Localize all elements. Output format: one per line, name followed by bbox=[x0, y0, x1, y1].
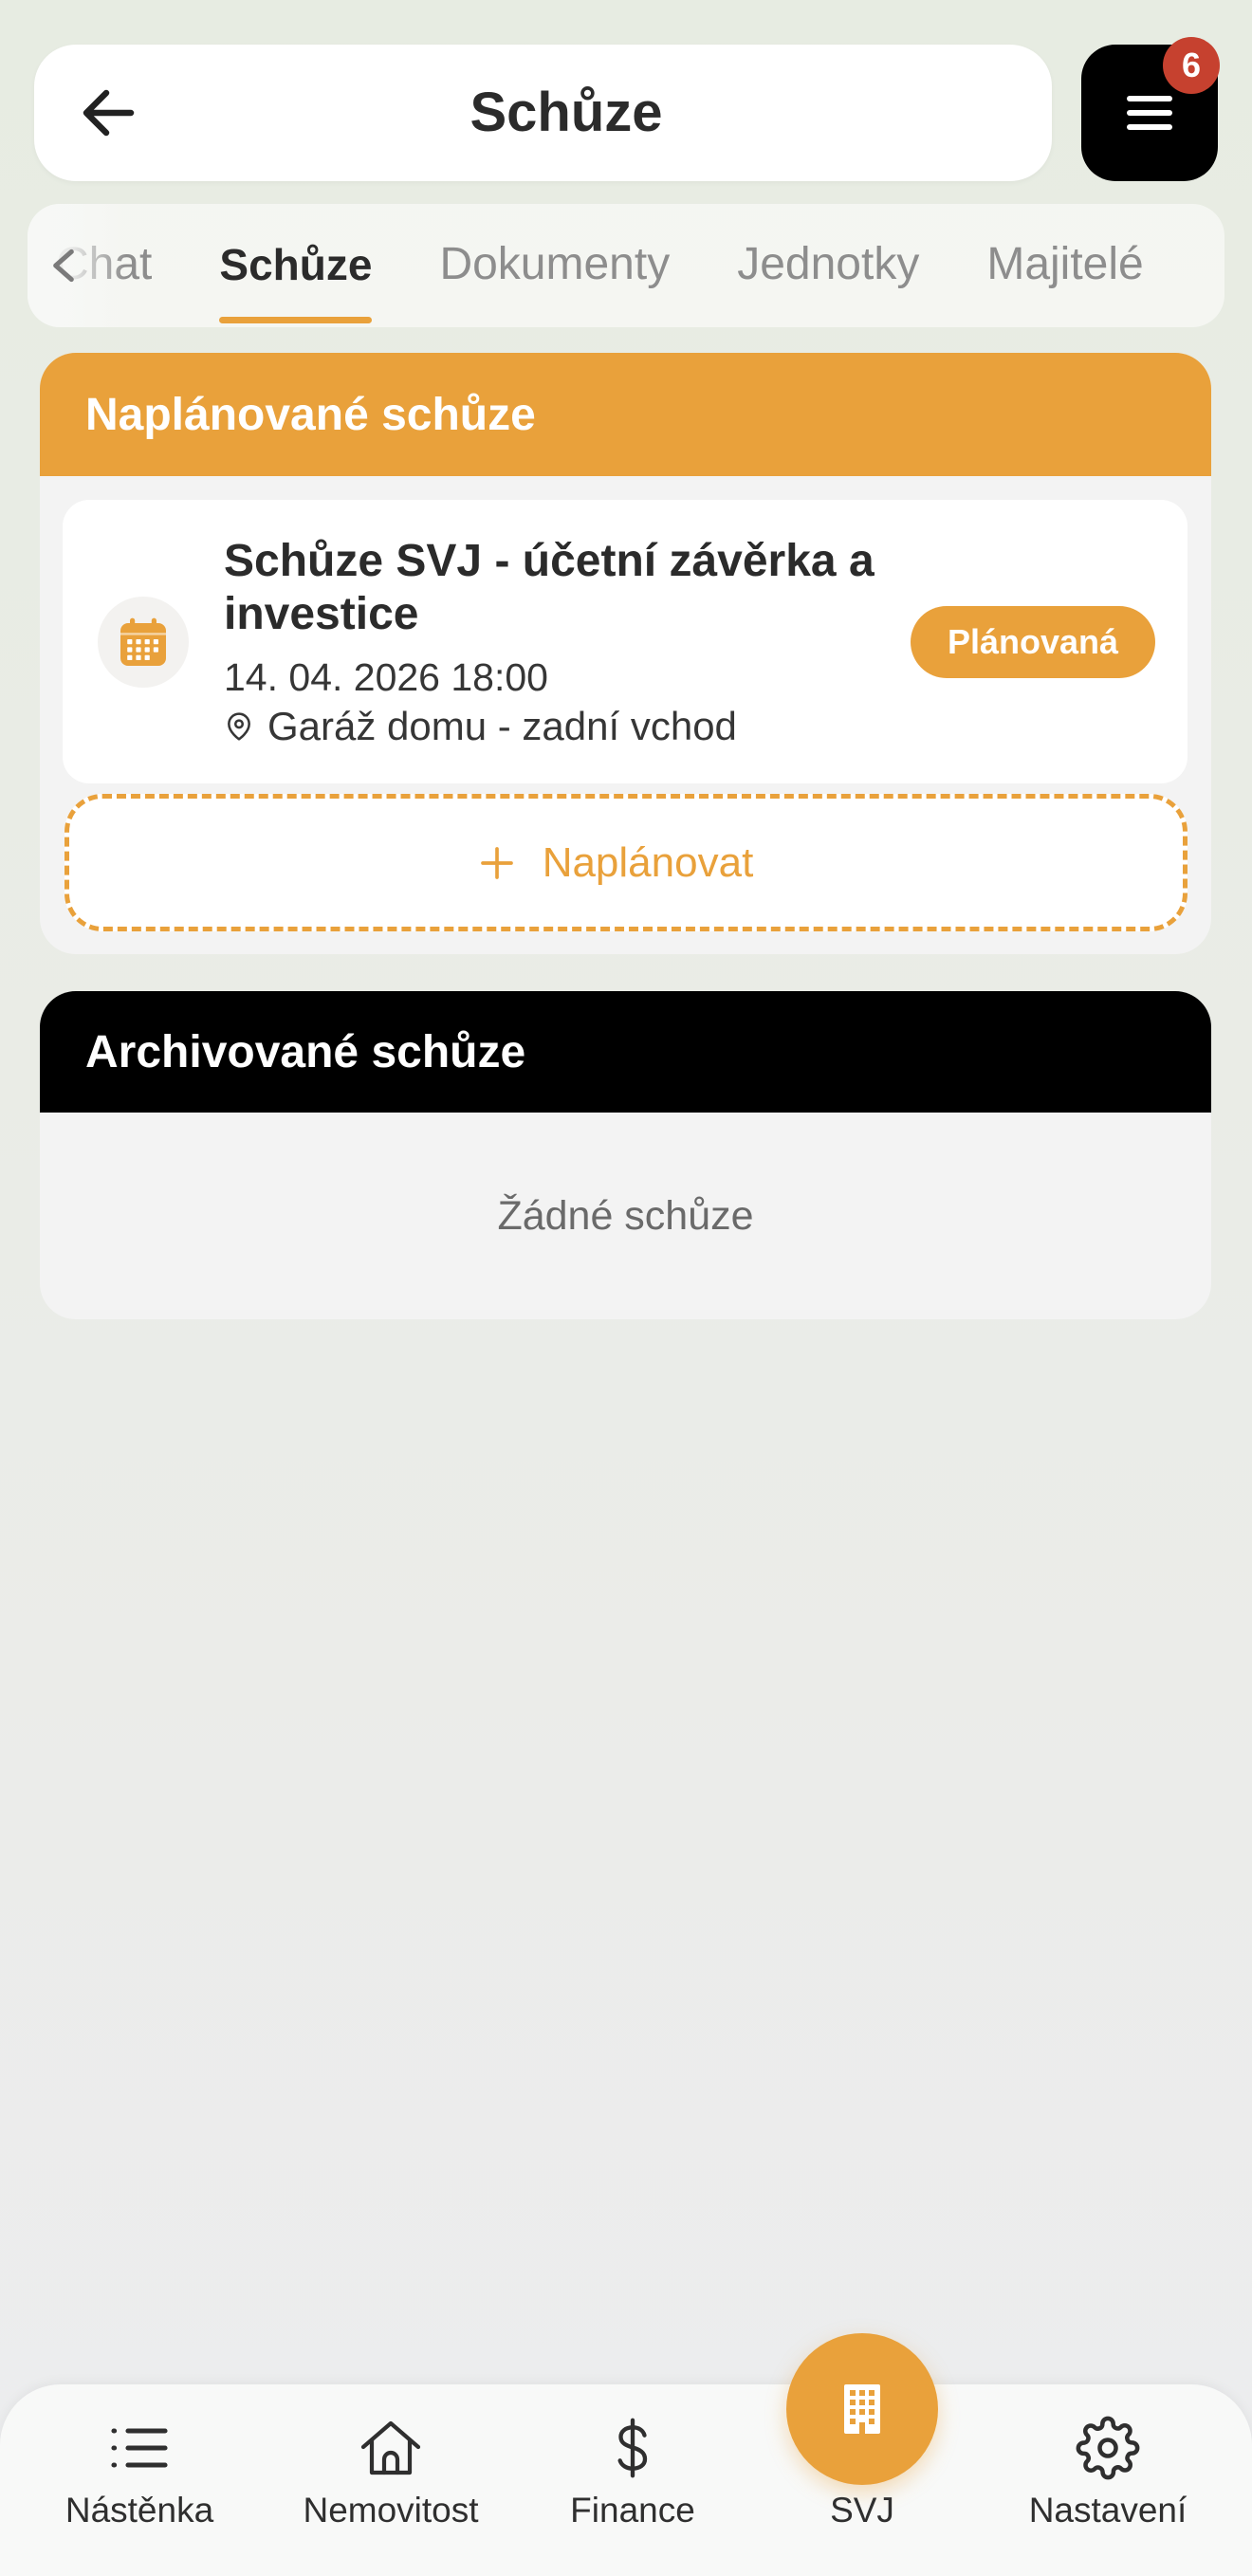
nav-icon-wrap bbox=[994, 2414, 1222, 2482]
nav-label: Nastavení bbox=[1028, 2491, 1188, 2530]
planned-meetings-title: Naplánované schůze bbox=[85, 389, 536, 440]
nav-label: SVJ bbox=[830, 2491, 894, 2530]
meeting-title: Schůze SVJ - účetní závěrka a investice bbox=[224, 536, 875, 639]
tabs-scroll-left-button[interactable] bbox=[28, 204, 126, 327]
archived-meetings-card: Archivované schůze Žádné schůze bbox=[40, 991, 1211, 1319]
nav-item-dashboard[interactable]: Nástěnka bbox=[26, 2384, 253, 2576]
meeting-item[interactable]: Schůze SVJ - účetní závěrka a investice … bbox=[63, 500, 1188, 783]
nav-active-circle bbox=[786, 2333, 938, 2485]
empty-state: Žádné schůze bbox=[40, 1113, 1211, 1319]
archived-meetings-title: Archivované schůze bbox=[85, 1026, 526, 1077]
house-icon bbox=[360, 2420, 421, 2475]
nav-icon-wrap bbox=[26, 2414, 253, 2482]
nav-item-property[interactable]: Nemovitost bbox=[277, 2384, 505, 2576]
nav-label: Finance bbox=[570, 2491, 695, 2530]
building-icon bbox=[844, 2384, 880, 2434]
tab-label: Dokumenty bbox=[439, 239, 671, 289]
tab-label: Schůze bbox=[219, 240, 373, 289]
meeting-location: Garáž domu - zadní vchod bbox=[224, 703, 902, 750]
nav-item-finance[interactable]: Finance bbox=[519, 2384, 746, 2576]
tab-owners[interactable]: Majitelé bbox=[986, 204, 1143, 327]
menu-button[interactable]: 6 bbox=[1081, 37, 1220, 181]
nav-item-settings[interactable]: Nastavení bbox=[994, 2384, 1222, 2576]
tabs-row: Chat Schůze Dokumenty Jednotky Majitelé bbox=[56, 204, 1144, 327]
nav-item-svj[interactable]: SVJ bbox=[748, 2333, 976, 2576]
schedule-meeting-label: Naplánovat bbox=[542, 838, 754, 886]
nav-label: Nástěnka bbox=[64, 2491, 214, 2530]
schedule-meeting-button[interactable]: Naplánovat bbox=[64, 794, 1188, 931]
empty-state-text: Žádné schůze bbox=[497, 1192, 754, 1239]
tab-label: Majitelé bbox=[986, 239, 1144, 289]
calendar-icon bbox=[120, 617, 166, 666]
nav-label: Nemovitost bbox=[303, 2491, 479, 2530]
section-tabs: Chat Schůze Dokumenty Jednotky Majitelé bbox=[28, 204, 1224, 327]
plus-icon bbox=[480, 846, 513, 879]
meeting-icon-circle bbox=[98, 597, 189, 688]
dollar-icon bbox=[617, 2418, 648, 2478]
top-header: Schůze bbox=[34, 45, 1052, 181]
meeting-datetime: 14. 04. 2026 18:00 bbox=[224, 655, 548, 699]
list-icon bbox=[111, 2428, 168, 2468]
tab-active-indicator bbox=[219, 317, 373, 323]
nav-icon-wrap bbox=[277, 2414, 505, 2482]
meeting-location-text: Garáž domu - zadní vchod bbox=[267, 704, 737, 748]
map-pin-icon bbox=[228, 712, 250, 741]
bottom-navigation: Nástěnka Nemovitost Finance SVJ Nastaven… bbox=[0, 2333, 1252, 2576]
archived-meetings-header: Archivované schůze bbox=[40, 991, 1211, 1113]
menu-icon bbox=[1127, 96, 1172, 130]
gear-icon bbox=[1076, 2416, 1140, 2480]
chevron-left-icon bbox=[53, 248, 74, 283]
tab-meetings[interactable]: Schůze bbox=[219, 204, 373, 327]
nav-icon-wrap bbox=[519, 2414, 746, 2482]
arrow-left-icon bbox=[83, 89, 135, 137]
status-badge: Plánovaná bbox=[911, 606, 1155, 678]
tab-label: Jednotky bbox=[737, 239, 920, 289]
tab-units[interactable]: Jednotky bbox=[737, 204, 919, 327]
page-title: Schůze bbox=[470, 82, 663, 143]
back-button[interactable] bbox=[72, 77, 144, 149]
planned-meetings-card: Naplánované schůze Schůze SVJ - účetní z… bbox=[40, 353, 1211, 954]
tab-documents[interactable]: Dokumenty bbox=[439, 204, 670, 327]
planned-meetings-header: Naplánované schůze bbox=[40, 353, 1211, 476]
notification-badge: 6 bbox=[1163, 37, 1220, 94]
meeting-info: Schůze SVJ - účetní závěrka a investice … bbox=[224, 535, 902, 750]
